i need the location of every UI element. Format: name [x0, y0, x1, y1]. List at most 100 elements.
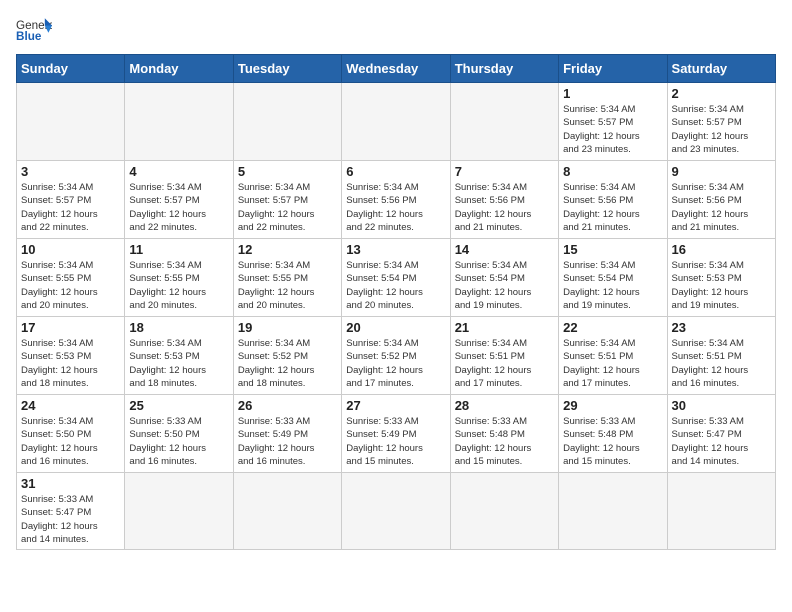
- day-number: 26: [238, 398, 337, 413]
- day-info: Sunrise: 5:34 AM Sunset: 5:53 PM Dayligh…: [129, 337, 228, 390]
- calendar-cell: 5Sunrise: 5:34 AM Sunset: 5:57 PM Daylig…: [233, 161, 341, 239]
- day-info: Sunrise: 5:34 AM Sunset: 5:56 PM Dayligh…: [455, 181, 554, 234]
- calendar-body: 1 Sunrise: 5:34 AM Sunset: 5:57 PM Daylig…: [17, 83, 776, 550]
- day-number: 18: [129, 320, 228, 335]
- calendar-cell: [17, 83, 125, 161]
- day-info: Sunrise: 5:34 AM Sunset: 5:53 PM Dayligh…: [21, 337, 120, 390]
- day-number: 21: [455, 320, 554, 335]
- day-info: Sunrise: 5:34 AM Sunset: 5:57 PM Dayligh…: [21, 181, 120, 234]
- day-info: Sunrise: 5:33 AM Sunset: 5:47 PM Dayligh…: [672, 415, 771, 468]
- day-number: 28: [455, 398, 554, 413]
- weekday-saturday: Saturday: [667, 55, 775, 83]
- calendar-cell: [342, 473, 450, 550]
- day-number: 27: [346, 398, 445, 413]
- calendar-table: SundayMondayTuesdayWednesdayThursdayFrid…: [16, 54, 776, 550]
- weekday-thursday: Thursday: [450, 55, 558, 83]
- day-number: 4: [129, 164, 228, 179]
- calendar-cell: 26 Sunrise: 5:33 AM Sunset: 5:49 PM Dayli…: [233, 395, 341, 473]
- day-info: Sunrise: 5:34 AM Sunset: 5:55 PM Dayligh…: [238, 259, 337, 312]
- day-number: 11: [129, 242, 228, 257]
- calendar-week-row: 10 Sunrise: 5:34 AM Sunset: 5:55 PM Dayli…: [17, 239, 776, 317]
- calendar-cell: 29Sunrise: 5:33 AM Sunset: 5:48 PM Dayli…: [559, 395, 667, 473]
- calendar-cell: 8Sunrise: 5:34 AM Sunset: 5:56 PM Daylig…: [559, 161, 667, 239]
- calendar-cell: 30Sunrise: 5:33 AM Sunset: 5:47 PM Dayli…: [667, 395, 775, 473]
- day-info: Sunrise: 5:33 AM Sunset: 5:49 PM Dayligh…: [346, 415, 445, 468]
- day-info: Sunrise: 5:34 AM Sunset: 5:51 PM Dayligh…: [672, 337, 771, 390]
- day-info: Sunrise: 5:33 AM Sunset: 5:47 PM Dayligh…: [21, 493, 120, 546]
- day-number: 14: [455, 242, 554, 257]
- day-info: Sunrise: 5:34 AM Sunset: 5:51 PM Dayligh…: [563, 337, 662, 390]
- day-number: 15: [563, 242, 662, 257]
- calendar-week-row: 17 Sunrise: 5:34 AM Sunset: 5:53 PM Dayli…: [17, 317, 776, 395]
- day-info: Sunrise: 5:34 AM Sunset: 5:57 PM Dayligh…: [672, 103, 771, 156]
- weekday-monday: Monday: [125, 55, 233, 83]
- day-info: Sunrise: 5:34 AM Sunset: 5:57 PM Dayligh…: [238, 181, 337, 234]
- weekday-tuesday: Tuesday: [233, 55, 341, 83]
- calendar-cell: 28 Sunrise: 5:33 AM Sunset: 5:48 PM Dayli…: [450, 395, 558, 473]
- weekday-wednesday: Wednesday: [342, 55, 450, 83]
- calendar-cell: 20Sunrise: 5:34 AM Sunset: 5:52 PM Dayli…: [342, 317, 450, 395]
- calendar-cell: [559, 473, 667, 550]
- calendar-week-row: 3 Sunrise: 5:34 AM Sunset: 5:57 PM Daylig…: [17, 161, 776, 239]
- day-info: Sunrise: 5:33 AM Sunset: 5:50 PM Dayligh…: [129, 415, 228, 468]
- day-number: 17: [21, 320, 120, 335]
- calendar-cell: 18 Sunrise: 5:34 AM Sunset: 5:53 PM Dayli…: [125, 317, 233, 395]
- calendar-cell: 12Sunrise: 5:34 AM Sunset: 5:55 PM Dayli…: [233, 239, 341, 317]
- calendar-cell: 11 Sunrise: 5:34 AM Sunset: 5:55 PM Dayli…: [125, 239, 233, 317]
- calendar-cell: [450, 473, 558, 550]
- day-number: 3: [21, 164, 120, 179]
- day-info: Sunrise: 5:34 AM Sunset: 5:52 PM Dayligh…: [346, 337, 445, 390]
- calendar-week-row: 31 Sunrise: 5:33 AM Sunset: 5:47 PM Dayli…: [17, 473, 776, 550]
- day-info: Sunrise: 5:34 AM Sunset: 5:54 PM Dayligh…: [346, 259, 445, 312]
- weekday-header-row: SundayMondayTuesdayWednesdayThursdayFrid…: [17, 55, 776, 83]
- calendar-cell: [125, 473, 233, 550]
- header: General Blue: [16, 16, 776, 44]
- calendar-cell: [233, 473, 341, 550]
- calendar-cell: 17 Sunrise: 5:34 AM Sunset: 5:53 PM Dayli…: [17, 317, 125, 395]
- calendar-week-row: 24 Sunrise: 5:34 AM Sunset: 5:50 PM Dayli…: [17, 395, 776, 473]
- calendar-header: SundayMondayTuesdayWednesdayThursdayFrid…: [17, 55, 776, 83]
- day-number: 22: [563, 320, 662, 335]
- day-number: 23: [672, 320, 771, 335]
- calendar-cell: 1 Sunrise: 5:34 AM Sunset: 5:57 PM Daylig…: [559, 83, 667, 161]
- day-number: 29: [563, 398, 662, 413]
- day-number: 16: [672, 242, 771, 257]
- weekday-friday: Friday: [559, 55, 667, 83]
- calendar-cell: 23 Sunrise: 5:34 AM Sunset: 5:51 PM Dayli…: [667, 317, 775, 395]
- day-number: 19: [238, 320, 337, 335]
- day-info: Sunrise: 5:33 AM Sunset: 5:49 PM Dayligh…: [238, 415, 337, 468]
- calendar-cell: 25 Sunrise: 5:33 AM Sunset: 5:50 PM Dayli…: [125, 395, 233, 473]
- day-number: 24: [21, 398, 120, 413]
- svg-text:Blue: Blue: [16, 30, 42, 43]
- day-number: 25: [129, 398, 228, 413]
- day-number: 7: [455, 164, 554, 179]
- day-info: Sunrise: 5:33 AM Sunset: 5:48 PM Dayligh…: [455, 415, 554, 468]
- day-info: Sunrise: 5:34 AM Sunset: 5:56 PM Dayligh…: [346, 181, 445, 234]
- day-info: Sunrise: 5:34 AM Sunset: 5:57 PM Dayligh…: [129, 181, 228, 234]
- day-info: Sunrise: 5:34 AM Sunset: 5:57 PM Dayligh…: [563, 103, 662, 156]
- calendar-cell: [233, 83, 341, 161]
- day-number: 1: [563, 86, 662, 101]
- calendar-cell: [342, 83, 450, 161]
- calendar-cell: 4 Sunrise: 5:34 AM Sunset: 5:57 PM Daylig…: [125, 161, 233, 239]
- day-info: Sunrise: 5:34 AM Sunset: 5:50 PM Dayligh…: [21, 415, 120, 468]
- calendar-week-row: 1 Sunrise: 5:34 AM Sunset: 5:57 PM Daylig…: [17, 83, 776, 161]
- day-info: Sunrise: 5:34 AM Sunset: 5:56 PM Dayligh…: [672, 181, 771, 234]
- logo: General Blue: [16, 16, 56, 44]
- day-info: Sunrise: 5:34 AM Sunset: 5:55 PM Dayligh…: [21, 259, 120, 312]
- calendar-cell: 6Sunrise: 5:34 AM Sunset: 5:56 PM Daylig…: [342, 161, 450, 239]
- calendar-cell: 7 Sunrise: 5:34 AM Sunset: 5:56 PM Daylig…: [450, 161, 558, 239]
- day-number: 9: [672, 164, 771, 179]
- calendar-cell: [667, 473, 775, 550]
- day-info: Sunrise: 5:34 AM Sunset: 5:55 PM Dayligh…: [129, 259, 228, 312]
- calendar-cell: 31 Sunrise: 5:33 AM Sunset: 5:47 PM Dayli…: [17, 473, 125, 550]
- day-number: 2: [672, 86, 771, 101]
- calendar-cell: 3 Sunrise: 5:34 AM Sunset: 5:57 PM Daylig…: [17, 161, 125, 239]
- logo-icon: General Blue: [16, 16, 52, 44]
- day-number: 10: [21, 242, 120, 257]
- calendar-cell: 27 Sunrise: 5:33 AM Sunset: 5:49 PM Dayli…: [342, 395, 450, 473]
- day-info: Sunrise: 5:34 AM Sunset: 5:51 PM Dayligh…: [455, 337, 554, 390]
- calendar-cell: [450, 83, 558, 161]
- day-info: Sunrise: 5:34 AM Sunset: 5:53 PM Dayligh…: [672, 259, 771, 312]
- day-number: 31: [21, 476, 120, 491]
